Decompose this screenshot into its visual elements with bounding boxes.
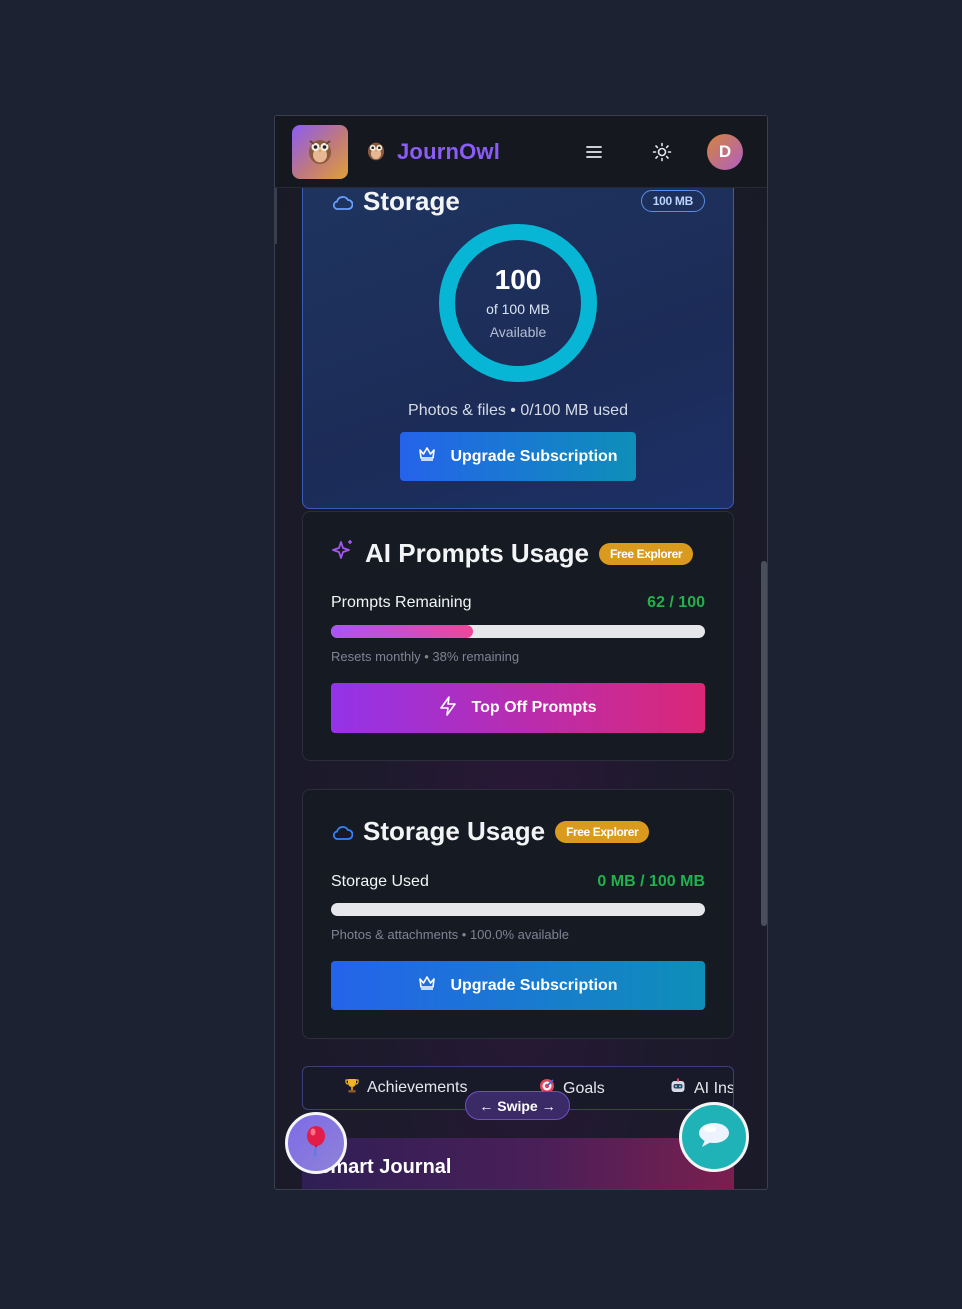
avatar[interactable]: D (707, 134, 743, 170)
storage-usage-card: Storage Usage Free Explorer Storage Used… (302, 789, 734, 1039)
ring-value: 100 (494, 264, 542, 295)
ai-prompts-title: AI Prompts Usage Free Explorer (331, 538, 694, 569)
storage-usage-title: Storage Usage Free Explorer (331, 816, 650, 847)
storage-title-text: Storage (363, 186, 460, 216)
chat-fab-button[interactable] (679, 1102, 749, 1172)
lightning-icon (439, 695, 457, 721)
upgrade-subscription-label: Upgrade Subscription (450, 447, 618, 465)
crown-icon (418, 446, 436, 467)
storage-card: Storage 100 MB 100 of 100 MB Available P… (302, 156, 734, 509)
tab-achievements[interactable]: Achievements (345, 1078, 468, 1098)
storage-size-badge: 100 MB (640, 190, 705, 212)
upgrade-subscription-button[interactable]: Upgrade Subscription (400, 432, 636, 481)
storage-used-label: Storage Used (331, 873, 429, 890)
app-logo[interactable] (292, 125, 348, 179)
ai-prompts-card: AI Prompts Usage Free Explorer Prompts R… (302, 511, 734, 761)
storage-card-title: Storage (331, 186, 460, 217)
ring-of-label: of 100 MB (486, 301, 550, 317)
owl-icon (365, 138, 387, 167)
balloon-fab-button[interactable] (285, 1112, 347, 1174)
app-frame: Storage 100 MB 100 of 100 MB Available P… (274, 115, 768, 1190)
storage-ring: 100 of 100 MB Available (439, 224, 597, 382)
top-off-prompts-label: Top Off Prompts (471, 699, 597, 716)
prompts-progress-track (331, 625, 705, 638)
storage-used-value: 0 MB / 100 MB (597, 873, 705, 890)
prompts-reset-note: Resets monthly • 38% remaining (331, 649, 520, 664)
storage-available-note: Photos & attachments • 100.0% available (331, 927, 569, 942)
plan-badge: Free Explorer (598, 542, 694, 565)
tab-ai-insights-label: AI Ins (694, 1079, 734, 1097)
storage-usage-title-text: Storage Usage (363, 816, 546, 846)
brand[interactable]: JournOwl (365, 138, 500, 166)
prompts-remaining-label: Prompts Remaining (331, 594, 472, 611)
balloon-icon (303, 1125, 329, 1162)
tab-ai-insights[interactable]: AI Ins (670, 1078, 734, 1099)
crown-icon (418, 975, 436, 996)
top-off-prompts-button[interactable]: Top Off Prompts (331, 683, 705, 733)
side-edge (275, 188, 277, 244)
cloud-icon (331, 816, 354, 847)
swipe-hint: ← Swipe → (465, 1091, 570, 1120)
trophy-icon (345, 1078, 359, 1098)
app-header: JournOwl D (275, 116, 767, 188)
menu-button[interactable] (586, 143, 608, 161)
tab-achievements-label: Achievements (367, 1079, 468, 1096)
menu-icon (586, 146, 602, 163)
upgrade-subscription-label: Upgrade Subscription (450, 976, 618, 994)
theme-toggle-button[interactable] (652, 142, 674, 164)
prompts-remaining-value: 62 / 100 (647, 594, 705, 611)
storage-progress-track (331, 903, 705, 916)
sparkles-icon (331, 538, 355, 569)
brand-name: JournOwl (397, 139, 501, 164)
tab-goals-label: Goals (563, 1079, 605, 1097)
speech-bubble-icon (697, 1121, 731, 1154)
avatar-initial: D (718, 142, 732, 161)
robot-icon (670, 1078, 686, 1099)
ring-available-label: Available (489, 324, 547, 340)
owl-icon (305, 135, 335, 170)
cloud-icon (331, 186, 354, 217)
ai-prompts-title-text: AI Prompts Usage (365, 538, 589, 568)
scrollbar[interactable] (761, 561, 767, 926)
upgrade-subscription-button[interactable]: Upgrade Subscription (331, 961, 705, 1010)
plan-badge: Free Explorer (555, 820, 650, 843)
storage-usage-line: Photos & files • 0/100 MB used (408, 402, 628, 419)
sun-icon (652, 142, 672, 166)
prompts-progress-fill (331, 625, 474, 638)
